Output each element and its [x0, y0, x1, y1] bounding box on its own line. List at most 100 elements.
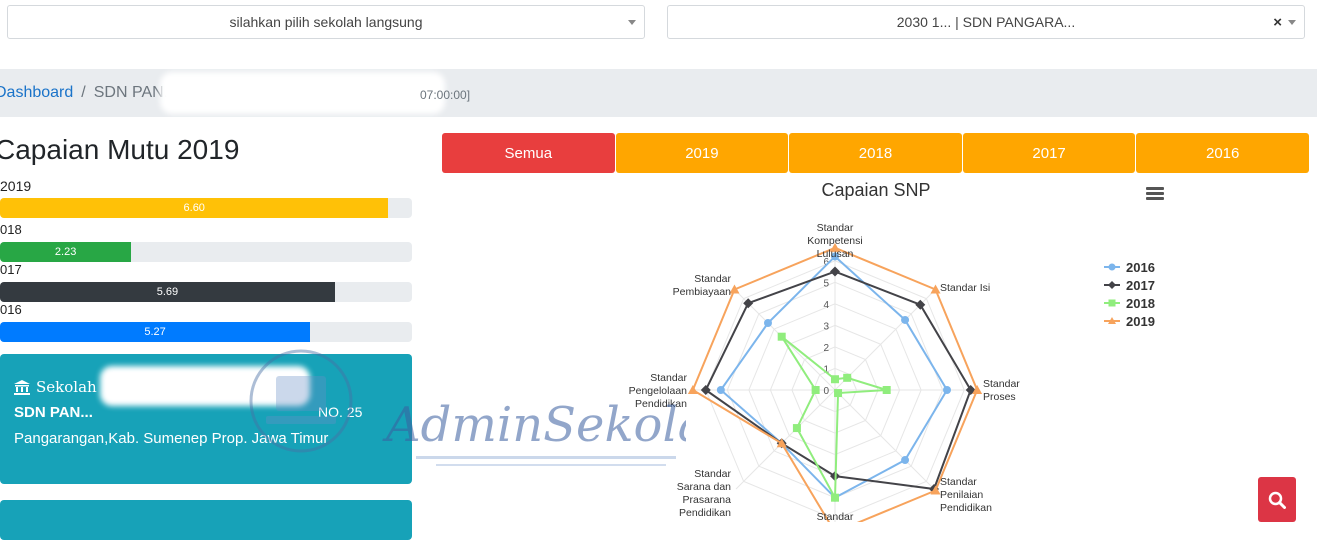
redaction-blur — [100, 366, 310, 406]
school-card-header-label: Sekolah — [36, 378, 97, 396]
radial-tick-label: 0 — [823, 386, 829, 397]
series-line-2016 — [719, 255, 949, 499]
legend-symbol — [1104, 281, 1120, 289]
chevron-down-icon[interactable] — [1288, 20, 1296, 25]
search-button[interactable] — [1258, 477, 1296, 522]
series-marker — [965, 385, 976, 395]
tab-2019[interactable]: 2019 — [615, 133, 789, 173]
series-marker — [831, 252, 839, 261]
progress-bar-track: 2.23 — [0, 242, 412, 262]
legend-label: 2018 — [1126, 295, 1155, 311]
series-marker — [831, 375, 839, 384]
progress-bar-fill: 5.69 — [0, 282, 335, 302]
legend-label: 2017 — [1126, 277, 1155, 293]
series-marker — [831, 493, 839, 502]
category-label: Standar Proses — [983, 378, 1020, 403]
series-marker — [928, 483, 939, 494]
top-bar: silahkan pilih sekolah langsung 2030 1..… — [0, 0, 1317, 70]
chart-title: Capaian SNP — [821, 180, 931, 200]
legend-symbol — [1104, 299, 1120, 307]
school-select-placeholder: silahkan pilih sekolah langsung — [229, 14, 423, 30]
series-line-2019 — [691, 246, 979, 522]
search-icon — [1268, 491, 1286, 509]
chevron-down-icon[interactable] — [628, 20, 636, 25]
series-marker — [777, 332, 786, 341]
radar-grid-ring — [791, 346, 879, 434]
series-marker — [700, 385, 711, 395]
series-marker — [729, 284, 740, 294]
svg-text:AdminSekolah.Com: AdminSekolah.Com — [382, 397, 686, 453]
progress-bar-fill: 6.60 — [0, 198, 389, 218]
legend-label: 2016 — [1126, 259, 1155, 275]
series-marker — [792, 424, 801, 433]
page-title: Capaian Mutu 2019 — [0, 134, 240, 165]
progress-bar-track: 5.69 — [0, 282, 412, 302]
radial-tick-label: 5 — [823, 278, 829, 289]
second-card — [0, 500, 412, 540]
category-label: Standar Penilaian Pendidikan — [940, 476, 992, 514]
series-marker — [776, 438, 787, 448]
menu-icon[interactable] — [1146, 187, 1164, 201]
series-marker — [830, 266, 840, 277]
school-building-icon — [14, 379, 30, 395]
series-marker — [830, 471, 840, 482]
series-line-2018 — [780, 335, 887, 502]
radial-tick-label: 6 — [823, 257, 829, 268]
progress-bar-label: 018 — [0, 222, 22, 237]
school-number: NO. 25 — [318, 404, 363, 420]
radar-axis-line — [735, 290, 836, 391]
radial-tick-label: 1 — [823, 364, 829, 375]
selected-school-select[interactable]: 2030 1... | SDN PANGARA... × — [667, 5, 1305, 39]
progress-bar-label: 2019 — [0, 178, 32, 194]
selected-school-value: 2030 1... | SDN PANGARA... — [896, 14, 1076, 30]
progress-bar-track: 6.60 — [0, 198, 412, 218]
radar-grid-ring — [769, 324, 901, 456]
school-address: Pangarangan,Kab. Sumenep Prop. Jawa Timu… — [14, 430, 329, 447]
legend-symbol — [1104, 317, 1120, 324]
radar-grid-ring — [726, 281, 944, 499]
category-label: Standar Isi — [940, 282, 990, 294]
school-name: SDN PAN... — [14, 404, 93, 421]
redaction-blur — [160, 72, 445, 114]
series-marker — [831, 493, 839, 502]
radar-axis-line — [834, 290, 935, 391]
radar-grid-ring — [705, 260, 965, 520]
series-marker — [901, 456, 910, 465]
category-label: Standar Kompetensi Lulusan — [807, 222, 862, 260]
legend-item-2019[interactable]: 2019 — [1104, 312, 1155, 330]
tab-semua[interactable]: Semua — [442, 133, 615, 173]
breadcrumb-separator: / — [81, 84, 86, 101]
series-marker — [843, 373, 852, 382]
category-label: Standar — [817, 511, 854, 522]
radar-grid-ring — [748, 303, 922, 477]
radial-tick-label: 3 — [823, 321, 829, 332]
series-marker — [972, 385, 983, 394]
series-marker — [776, 438, 787, 449]
year-tabs: Semua 2019 2018 2017 2016 — [442, 133, 1310, 173]
legend-item-2016[interactable]: 2016 — [1104, 258, 1155, 276]
tab-2018[interactable]: 2018 — [789, 133, 962, 173]
series-marker — [687, 385, 698, 394]
series-marker — [915, 299, 926, 310]
clear-icon[interactable]: × — [1273, 14, 1282, 31]
series-marker — [930, 284, 941, 294]
legend-item-2018[interactable]: 2018 — [1104, 294, 1155, 312]
progress-bar-fill: 2.23 — [0, 242, 132, 262]
chart-legend: 2016 2017 2018 2019 — [1104, 258, 1155, 330]
series-marker — [834, 389, 843, 398]
series-marker — [777, 439, 786, 448]
category-label: Standar Sarana dan Prasarana Pendidikan — [677, 468, 732, 519]
category-label: Standar Pembiayaan — [673, 273, 732, 298]
series-marker — [901, 315, 910, 324]
progress-bar-fill: 5.27 — [0, 322, 311, 342]
radial-tick-label: 2 — [823, 343, 829, 354]
legend-item-2017[interactable]: 2017 — [1104, 276, 1155, 294]
progress-bar-label: 017 — [0, 262, 22, 277]
breadcrumb-dashboard-link[interactable]: Dashboard — [0, 84, 73, 102]
series-line-2017 — [704, 270, 972, 491]
tab-2016[interactable]: 2016 — [1136, 133, 1309, 173]
progress-bar-label: 016 — [0, 302, 22, 317]
series-marker — [743, 298, 754, 309]
school-select[interactable]: silahkan pilih sekolah langsung — [7, 5, 645, 39]
tab-2017[interactable]: 2017 — [962, 133, 1136, 173]
